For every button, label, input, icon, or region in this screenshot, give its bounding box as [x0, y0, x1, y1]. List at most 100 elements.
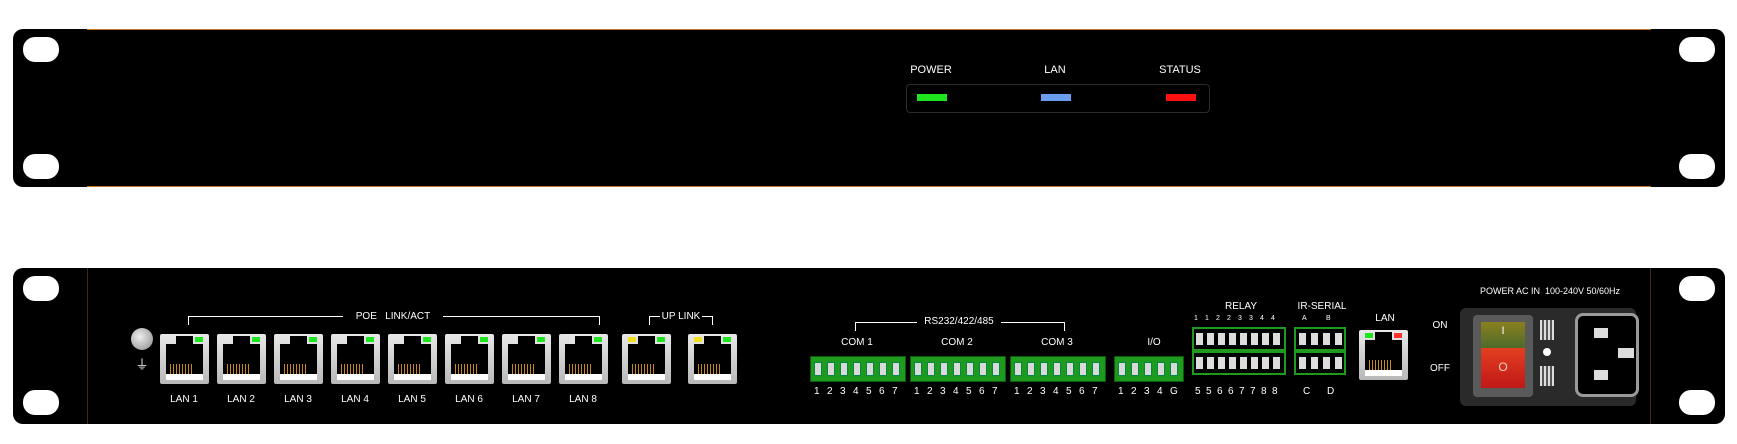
pin-number: 2: [927, 386, 933, 397]
link-led: [309, 337, 317, 342]
pin-number: 7: [892, 386, 898, 397]
iec-power-inlet[interactable]: [1575, 313, 1639, 397]
switch-on-label: ON: [1432, 320, 1448, 331]
terminal-screw: [1311, 357, 1318, 369]
relay-bottom-pin: 7: [1239, 386, 1245, 397]
relay-bottom-pin: 5: [1195, 386, 1201, 397]
ground-icon: ⏚: [135, 357, 149, 372]
power-indicator-label: POWER: [910, 64, 952, 76]
power-rocker-switch[interactable]: I O: [1473, 315, 1533, 397]
lan-port-label: LAN 1: [170, 394, 198, 405]
link-led: [366, 337, 374, 342]
uplink-port-1[interactable]: [622, 334, 671, 384]
terminal-screw: [1240, 333, 1247, 345]
port-pins: [512, 364, 536, 374]
relay-top-pin: 3: [1249, 315, 1253, 322]
pin-number: 2: [1027, 386, 1033, 397]
uplink-led: [628, 337, 636, 342]
terminal-screw: [1299, 333, 1306, 345]
pin-number: 1: [1118, 386, 1124, 397]
lan-port-5[interactable]: [388, 334, 437, 384]
ir-terminal-top[interactable]: [1294, 327, 1346, 351]
pin-number: 3: [1040, 386, 1046, 397]
ir-terminal-bottom[interactable]: [1294, 351, 1346, 375]
lan-port-label: LAN 5: [398, 394, 426, 405]
com-terminal-block-1[interactable]: [810, 356, 906, 382]
terminal-screw: [1335, 333, 1342, 345]
terminal-screw: [1262, 333, 1269, 345]
mounting-hole: [1679, 276, 1715, 301]
fuse-icon: [1540, 366, 1554, 386]
lan-port-7[interactable]: [502, 334, 551, 384]
pin-number: G: [1170, 386, 1178, 397]
pin-number: 6: [879, 386, 885, 397]
pin-number: 7: [1092, 386, 1098, 397]
ir-top-pin: B: [1326, 315, 1331, 322]
port-mouth: [694, 336, 731, 380]
lan-port-label: LAN 7: [512, 394, 540, 405]
terminal-screw: [1218, 333, 1225, 345]
terminal-screw: [1207, 357, 1214, 369]
port-pins: [632, 364, 656, 374]
pin-number: 3: [840, 386, 846, 397]
terminal-screw: [1144, 362, 1152, 376]
mounting-hole: [23, 390, 59, 415]
pin-number: 7: [992, 386, 998, 397]
com-terminal-block-2[interactable]: [910, 356, 1006, 382]
lan-port-3[interactable]: [274, 334, 323, 384]
relay-terminal-bottom[interactable]: [1192, 351, 1286, 375]
terminal-screw: [1251, 333, 1258, 345]
terminal-screw: [1251, 357, 1258, 369]
pin-number: 5: [866, 386, 872, 397]
port-pins: [284, 364, 308, 374]
mounting-hole: [23, 154, 59, 179]
terminal-screw: [1273, 333, 1280, 345]
lan-port-2[interactable]: [217, 334, 266, 384]
terminal-screw: [914, 362, 922, 376]
mounting-hole: [1679, 37, 1715, 62]
terminal-screw: [992, 362, 1000, 376]
io-label: I/O: [1147, 337, 1161, 348]
relay-top-pin: 1: [1205, 315, 1209, 322]
pin-number: 4: [953, 386, 959, 397]
port-pins: [227, 364, 251, 374]
port-mouth: [565, 336, 602, 380]
switch-off-symbol: O: [1498, 360, 1508, 374]
terminal-screw: [1157, 362, 1165, 376]
lan-port-8[interactable]: [559, 334, 608, 384]
uplink-led: [723, 337, 731, 342]
terminal-screw: [1131, 362, 1139, 376]
lan-port-6[interactable]: [445, 334, 494, 384]
relay-top-pin: 2: [1216, 315, 1220, 322]
io-terminal-block[interactable]: [1114, 356, 1184, 382]
lan-port-label: LAN 4: [341, 394, 369, 405]
ir-top-pin: A: [1302, 315, 1307, 322]
lan-port-label: LAN 6: [455, 394, 483, 405]
lan-port-1[interactable]: [160, 334, 209, 384]
front-faceplate: [87, 29, 1651, 187]
relay-terminal-top[interactable]: [1192, 327, 1286, 351]
terminal-screw: [892, 362, 900, 376]
pin-number: 4: [1053, 386, 1059, 397]
link-led: [195, 337, 203, 342]
com-label-2: COM 2: [941, 337, 973, 348]
port-mouth: [337, 336, 374, 380]
switch-off-label: OFF: [1430, 363, 1450, 374]
rear-lan-port[interactable]: [1359, 330, 1408, 380]
mounting-hole: [23, 276, 59, 301]
com-terminal-block-3[interactable]: [1010, 356, 1106, 382]
port-pins: [398, 364, 422, 374]
link-led: [594, 337, 602, 342]
terminal-screw: [1196, 333, 1203, 345]
lan-led: [1041, 94, 1071, 101]
pin-number: 1: [914, 386, 920, 397]
lan-port-4[interactable]: [331, 334, 380, 384]
lan-port-label: LAN 8: [569, 394, 597, 405]
terminal-screw: [1079, 362, 1087, 376]
terminal-screw: [879, 362, 887, 376]
terminal-screw: [1323, 333, 1330, 345]
pin-number: 6: [979, 386, 985, 397]
port-mouth: [223, 336, 260, 380]
uplink-port-2[interactable]: [688, 334, 737, 384]
port-pins: [170, 364, 194, 374]
